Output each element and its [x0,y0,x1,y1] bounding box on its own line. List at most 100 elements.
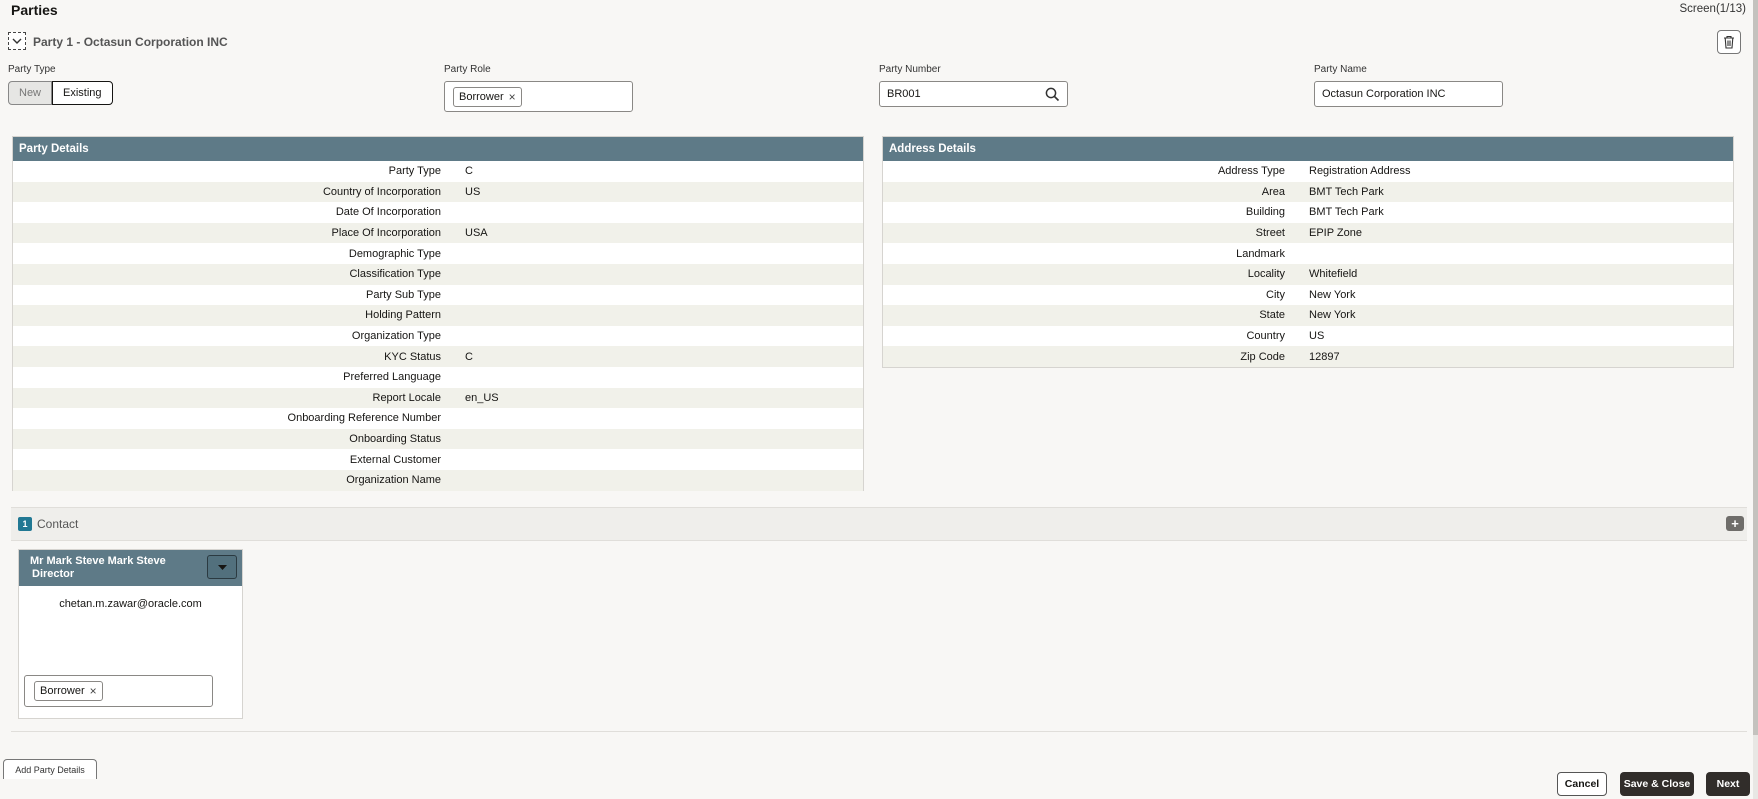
delete-party-button[interactable] [1717,30,1741,54]
detail-row: Address Type Registration Address [883,161,1733,182]
detail-label: Building [1245,206,1285,219]
detail-row: Country of Incorporation US [13,181,863,203]
detail-row: Landmark [883,243,1733,264]
add-contact-button[interactable]: + [1726,516,1744,531]
detail-value: Registration Address [1309,165,1411,178]
party-number-label: Party Number [879,64,941,75]
contact-count-badge: 1 [18,517,32,531]
detail-row: Party Type C [13,161,863,182]
detail-row: Demographic Type [13,243,863,264]
detail-row: Preferred Language [13,367,863,388]
x-icon[interactable]: × [90,684,97,698]
detail-label: Holding Pattern [365,309,441,322]
party-number-value: BR001 [887,88,921,100]
party-type-existing-option[interactable]: Existing [52,81,113,105]
party-role-chip-label: Borrower [459,90,504,103]
detail-label: Country of Incorporation [322,185,441,198]
trash-icon [1724,35,1734,49]
chevron-down-icon [12,38,22,44]
detail-value: C [465,165,473,178]
contact-card-header: Mr Mark Steve Mark Steve Director [19,550,242,586]
detail-value: USA [465,227,488,240]
detail-row: Area BMT Tech Park [883,181,1733,203]
contact-role-chip: Borrower × [34,681,103,701]
detail-row: City New York [883,285,1733,306]
page-title: Parties [11,2,58,18]
detail-label: Classification Type [349,268,441,281]
detail-value: New York [1309,288,1356,301]
detail-label: Locality [1247,268,1285,281]
address-details-panel: Address Details Address Type Registration… [882,136,1734,368]
detail-value: US [1309,330,1325,343]
contact-role-chip-label: Borrower [40,685,85,697]
detail-row: Party Sub Type [13,285,863,306]
next-button[interactable]: Next [1706,772,1750,796]
scrollbar-thumb[interactable] [1753,0,1758,735]
plus-icon: + [1731,516,1739,531]
detail-label: Organization Type [351,330,441,343]
contact-section-header: 1 Contact [11,507,1747,541]
detail-label: Onboarding Reference Number [287,412,441,425]
detail-row: Onboarding Status [13,428,863,450]
search-icon[interactable] [1045,87,1060,102]
x-icon[interactable]: × [509,90,516,104]
detail-value: 12897 [1309,350,1340,363]
collapse-party-button[interactable] [8,32,26,50]
contact-role-input[interactable]: Borrower × [24,675,213,707]
party-type-new-option[interactable]: New [8,81,53,105]
party-name-input[interactable]: Octasun Corporation INC [1314,81,1503,107]
detail-row: Building BMT Tech Park [883,202,1733,223]
party-name-label: Party Name [1314,64,1367,75]
detail-label: Date Of Incorporation [335,206,441,219]
detail-value: BMT Tech Park [1309,206,1384,219]
contact-menu-button[interactable] [207,555,237,579]
detail-label: KYC Status [384,350,441,363]
detail-label: State [1259,309,1285,322]
detail-label: Place Of Incorporation [331,227,441,240]
party-role-input[interactable]: Borrower × [444,81,633,112]
party-details-title: Party Details [13,137,863,161]
detail-row: KYC Status C [13,346,863,367]
detail-row: Locality Whitefield [883,263,1733,285]
detail-row: Date Of Incorporation [13,202,863,223]
add-party-details-button[interactable]: Add Party Details [3,759,97,779]
detail-label: Onboarding Status [349,433,441,446]
detail-label: Organization Name [346,474,441,487]
contact-email: chetan.m.zawar@oracle.com [59,598,202,610]
contact-section-label: Contact [37,517,79,531]
detail-value: C [465,350,473,363]
detail-row: Street EPIP Zone [883,222,1733,244]
section-divider [11,731,1747,732]
detail-label: Area [1261,185,1285,198]
detail-value: New York [1309,309,1356,322]
caret-down-icon [217,564,227,570]
contact-name: Mr Mark Steve Mark Steve [30,555,166,567]
detail-value: US [465,185,481,198]
party-type-toggle: New Existing [8,81,113,105]
detail-label: Report Locale [372,391,442,404]
detail-label: Country [1246,330,1285,343]
address-details-title: Address Details [883,137,1733,161]
detail-row: Zip Code 12897 [883,346,1733,367]
detail-label: Landmark [1236,247,1285,260]
detail-label: Party Type [388,165,441,178]
detail-row: Holding Pattern [13,305,863,326]
detail-row: Country US [883,326,1733,347]
save-close-button[interactable]: Save & Close [1620,772,1694,796]
party-number-input[interactable]: BR001 [879,81,1068,107]
party-type-label: Party Type [8,64,56,75]
detail-label: External Customer [349,453,441,466]
detail-row: State New York [883,305,1733,326]
detail-label: Address Type [1217,165,1285,178]
detail-value: BMT Tech Park [1309,185,1384,198]
detail-label: Street [1255,227,1285,240]
detail-row: Onboarding Reference Number [13,408,863,429]
detail-label: City [1266,288,1285,301]
party-role-label: Party Role [444,64,491,75]
cancel-button[interactable]: Cancel [1557,772,1607,796]
detail-row: Organization Type [13,326,863,347]
screen-indicator: Screen(1/13) [1679,3,1746,15]
detail-row: Organization Name [13,469,863,491]
party-name-value: Octasun Corporation INC [1322,88,1446,100]
contact-role: Director [32,568,75,580]
